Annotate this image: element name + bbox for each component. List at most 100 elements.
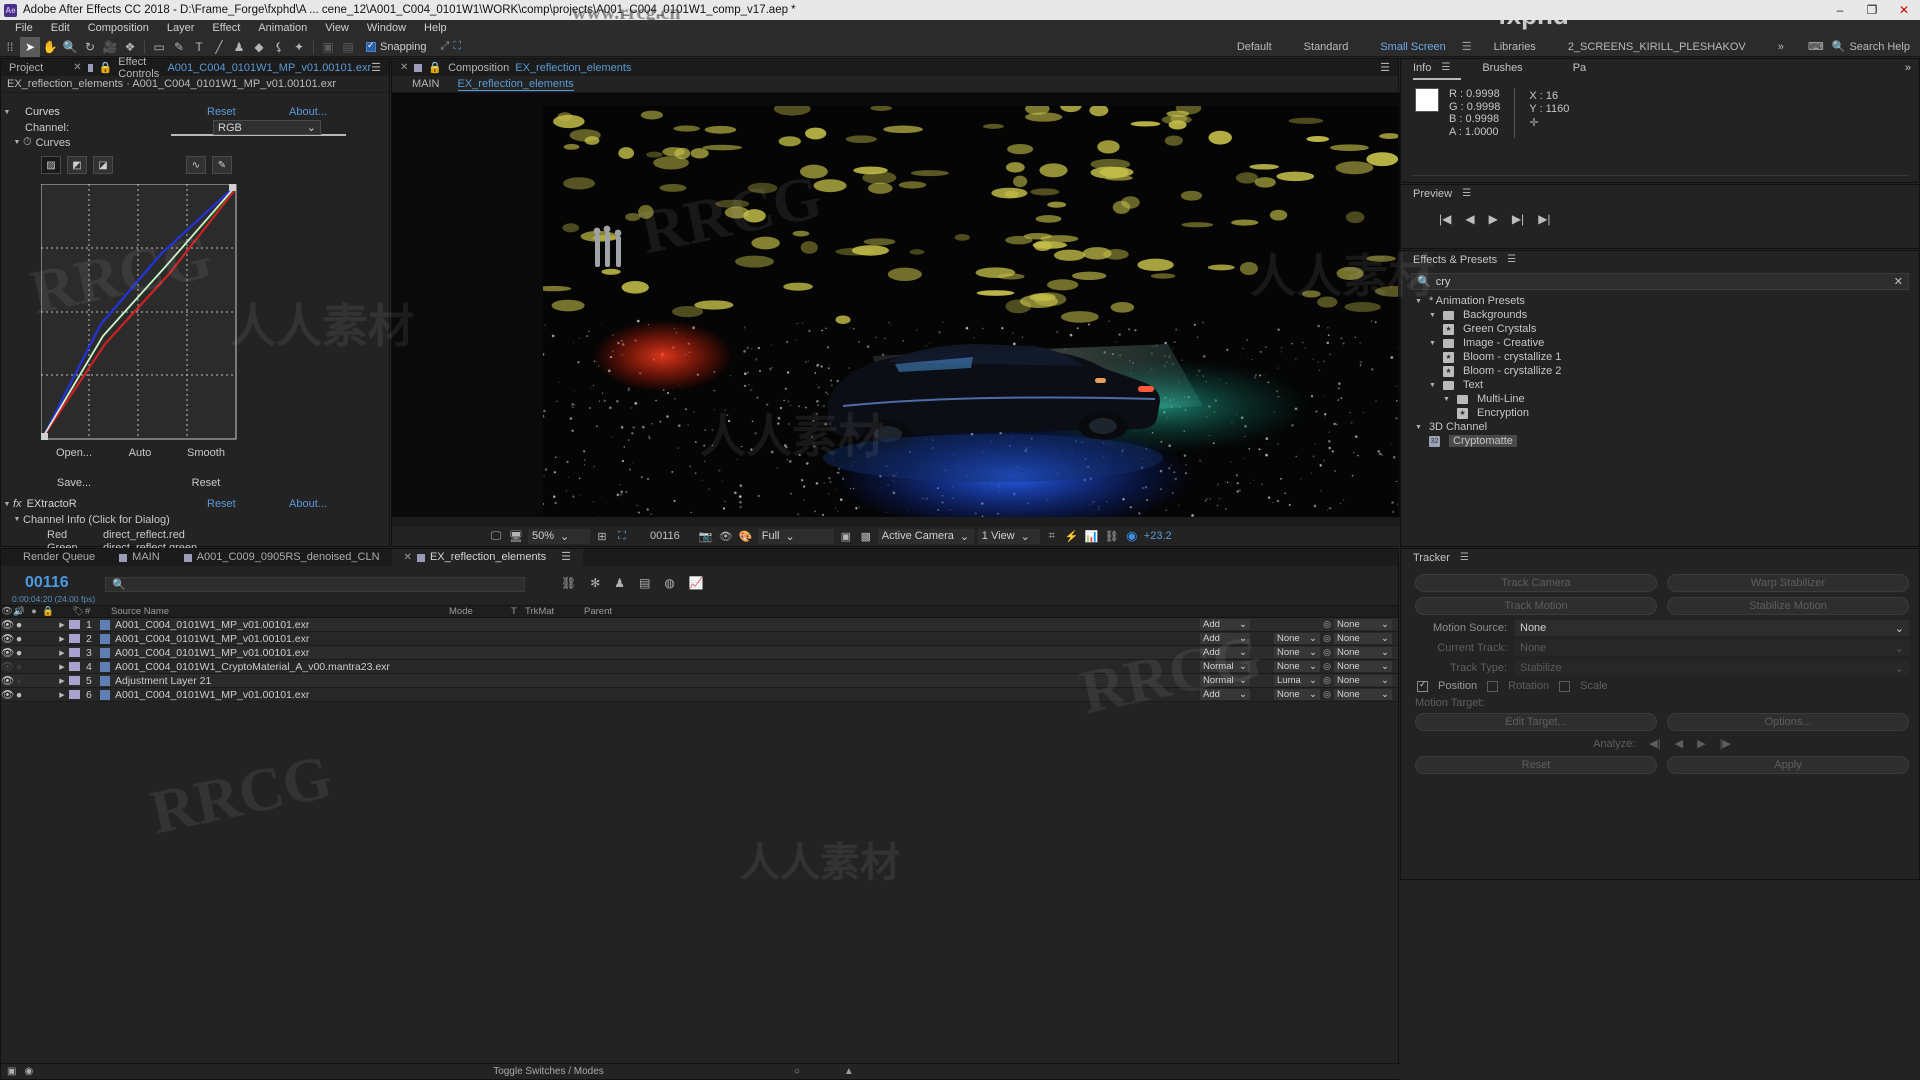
toggle-switches-modes-button[interactable]: Toggle Switches / Modes: [493, 1066, 604, 1077]
show-snapshot-icon[interactable]: 👁: [718, 528, 734, 544]
camera-dropdown[interactable]: Active Camera ⌄: [877, 528, 974, 544]
camera-tool-icon[interactable]: 🎥: [100, 37, 120, 57]
workspace-default[interactable]: Default: [1221, 37, 1288, 57]
disclosure-triangle-icon[interactable]: ▼: [1429, 382, 1436, 389]
minimize-button[interactable]: –: [1824, 3, 1856, 17]
zoom-slider-icon[interactable]: ▲: [844, 1066, 854, 1077]
layer-visibility-toggle[interactable]: 👁: [1, 632, 14, 645]
preset-tree-item[interactable]: ▼ 3D Channel: [1407, 420, 1919, 434]
menu-item-window[interactable]: Window: [358, 20, 415, 37]
curve-smooth-button[interactable]: Smooth: [173, 447, 239, 459]
preset-tree-item[interactable]: ▼ * Animation Presets: [1407, 294, 1919, 308]
menu-item-edit[interactable]: Edit: [42, 20, 79, 37]
fast-previews-icon[interactable]: ⚡: [1064, 528, 1080, 544]
layer-visibility-toggle[interactable]: 👁: [1, 618, 14, 631]
tab-paragraph[interactable]: Pa: [1573, 62, 1586, 74]
workspace-standard[interactable]: Standard: [1288, 37, 1365, 57]
preset-tree-item[interactable]: 32 Cryptomatte: [1407, 434, 1919, 448]
layer-mode-dropdown[interactable]: Add ⌄: [1200, 633, 1250, 644]
exposure-value[interactable]: +23.2: [1144, 530, 1172, 542]
preset-tree-item[interactable]: ▼ Text: [1407, 378, 1919, 392]
curve-reset-button[interactable]: Reset: [173, 477, 239, 489]
delete-icon[interactable]: ◉: [16, 1066, 33, 1077]
layer-audio-toggle[interactable]: ●: [11, 661, 27, 673]
layer-audio-toggle[interactable]: ●: [11, 633, 27, 645]
zoom-out-timeline-icon[interactable]: ○: [794, 1066, 800, 1077]
lock-icon[interactable]: 🔒: [99, 61, 113, 74]
frame-blending-icon[interactable]: ▤: [639, 576, 650, 590]
curve-open-button[interactable]: Open...: [41, 447, 107, 459]
menu-item-layer[interactable]: Layer: [158, 20, 204, 37]
layer-label-color[interactable]: [69, 662, 80, 671]
tab-project[interactable]: Project: [9, 62, 73, 74]
curves-effect-header[interactable]: ▼ Curves Reset About...: [1, 105, 391, 119]
layer-trkmat-dropdown[interactable]: None ⌄: [1274, 689, 1320, 700]
composition-mini-flowchart-icon[interactable]: ⛓: [561, 576, 576, 590]
curves-disclosure-icon[interactable]: ▼: [1, 109, 13, 116]
layer-visibility-toggle[interactable]: 👁: [1, 646, 14, 659]
curve-smooth-icon[interactable]: ∿: [186, 156, 206, 174]
menu-item-composition[interactable]: Composition: [79, 20, 158, 37]
layer-trkmat-dropdown[interactable]: None ⌄: [1274, 661, 1320, 672]
layer-label-color[interactable]: [69, 690, 80, 699]
play-icon[interactable]: ▶: [1489, 212, 1498, 226]
layer-audio-toggle[interactable]: ●: [11, 675, 27, 687]
layer-parent-dropdown[interactable]: None ⌄: [1334, 633, 1392, 644]
curves-prop-disclosure-icon[interactable]: ▼: [11, 139, 23, 146]
preset-tree-item[interactable]: ★ Encryption: [1407, 406, 1919, 420]
scale-checkbox[interactable]: [1559, 680, 1571, 692]
always-preview-icon[interactable]: 🖵: [488, 528, 504, 544]
composition-panel-menu-icon[interactable]: ☰: [1380, 61, 1398, 74]
rotation-tool-icon[interactable]: ↻: [80, 37, 100, 57]
parent-pickwhip-icon[interactable]: ◎: [1320, 633, 1334, 644]
next-frame-icon[interactable]: ▶|: [1512, 212, 1524, 226]
comp-flowchart-icon[interactable]: ⛓: [1104, 528, 1120, 544]
layer-parent-dropdown[interactable]: None ⌄: [1334, 619, 1392, 630]
track-motion-button[interactable]: Track Motion: [1415, 597, 1657, 615]
puppet-tool-icon[interactable]: ✦: [289, 37, 309, 57]
search-help[interactable]: 🔍 Search Help: [1832, 40, 1920, 54]
layer-trkmat-dropdown[interactable]: None ⌄: [1274, 633, 1320, 644]
layer-disclosure-icon[interactable]: ▶: [55, 621, 69, 629]
keyboard-shortcuts-icon[interactable]: ⌨: [1800, 37, 1832, 57]
layer-label-color[interactable]: [69, 634, 80, 643]
extractor-disclosure-icon[interactable]: ▼: [1, 501, 13, 508]
curve-edit-tool-icon[interactable]: ▨: [41, 156, 61, 174]
layer-parent-dropdown[interactable]: None ⌄: [1334, 689, 1392, 700]
layer-audio-toggle[interactable]: ●: [11, 689, 27, 701]
eraser-tool-icon[interactable]: ◆: [249, 37, 269, 57]
layer-mode-dropdown[interactable]: Add ⌄: [1200, 689, 1250, 700]
menu-item-view[interactable]: View: [316, 20, 358, 37]
track-camera-button[interactable]: Track Camera: [1415, 574, 1657, 592]
close-button[interactable]: ✕: [1888, 3, 1920, 17]
disclosure-triangle-icon[interactable]: ▼: [1415, 424, 1422, 431]
motion-blur-icon[interactable]: ◍: [664, 576, 674, 590]
timeline-search-input[interactable]: 🔍: [105, 577, 525, 592]
channel-info-disclosure-icon[interactable]: ▼: [11, 516, 23, 523]
new-comp-icon[interactable]: ▣: [1, 1066, 16, 1077]
layer-label-color[interactable]: [69, 676, 80, 685]
shape-tool-icon[interactable]: ▭: [149, 37, 169, 57]
timeline-tab-main[interactable]: MAIN: [107, 549, 172, 566]
info-panel-menu-icon[interactable]: ☰: [1441, 62, 1450, 73]
layer-mode-dropdown[interactable]: Normal ⌄: [1200, 661, 1250, 672]
layer-audio-toggle[interactable]: ●: [11, 619, 27, 631]
layer-label-color[interactable]: [69, 620, 80, 629]
prev-frame-icon[interactable]: ◀: [1465, 212, 1474, 226]
hand-tool-icon[interactable]: ✋: [40, 37, 60, 57]
grid-guides-icon[interactable]: ⊞: [594, 528, 610, 544]
layer-visibility-toggle[interactable]: 👁: [1, 674, 14, 687]
zoom-tool-icon[interactable]: 🔍: [60, 37, 80, 57]
tracker-menu-icon[interactable]: ☰: [1460, 552, 1469, 563]
snapshot-icon[interactable]: 📷: [698, 528, 714, 544]
table-row[interactable]: 👁 ● ▶ 5 Adjustment Layer 21 Normal ⌄ Luma ⌄ ◎ None…: [1, 674, 1398, 688]
layer-parent-dropdown[interactable]: None ⌄: [1334, 661, 1392, 672]
channel-rgb-icon[interactable]: 🎨: [738, 528, 754, 544]
rotation-checkbox[interactable]: [1487, 680, 1499, 692]
warp-stabilizer-button[interactable]: Warp Stabilizer: [1667, 574, 1909, 592]
stabilize-motion-button[interactable]: Stabilize Motion: [1667, 597, 1909, 615]
parent-pickwhip-icon[interactable]: ◎: [1320, 661, 1334, 672]
workspace-libraries[interactable]: Libraries: [1478, 37, 1552, 57]
effects-presets-menu-icon[interactable]: ☰: [1507, 254, 1516, 265]
layer-parent-dropdown[interactable]: None ⌄: [1334, 675, 1392, 686]
